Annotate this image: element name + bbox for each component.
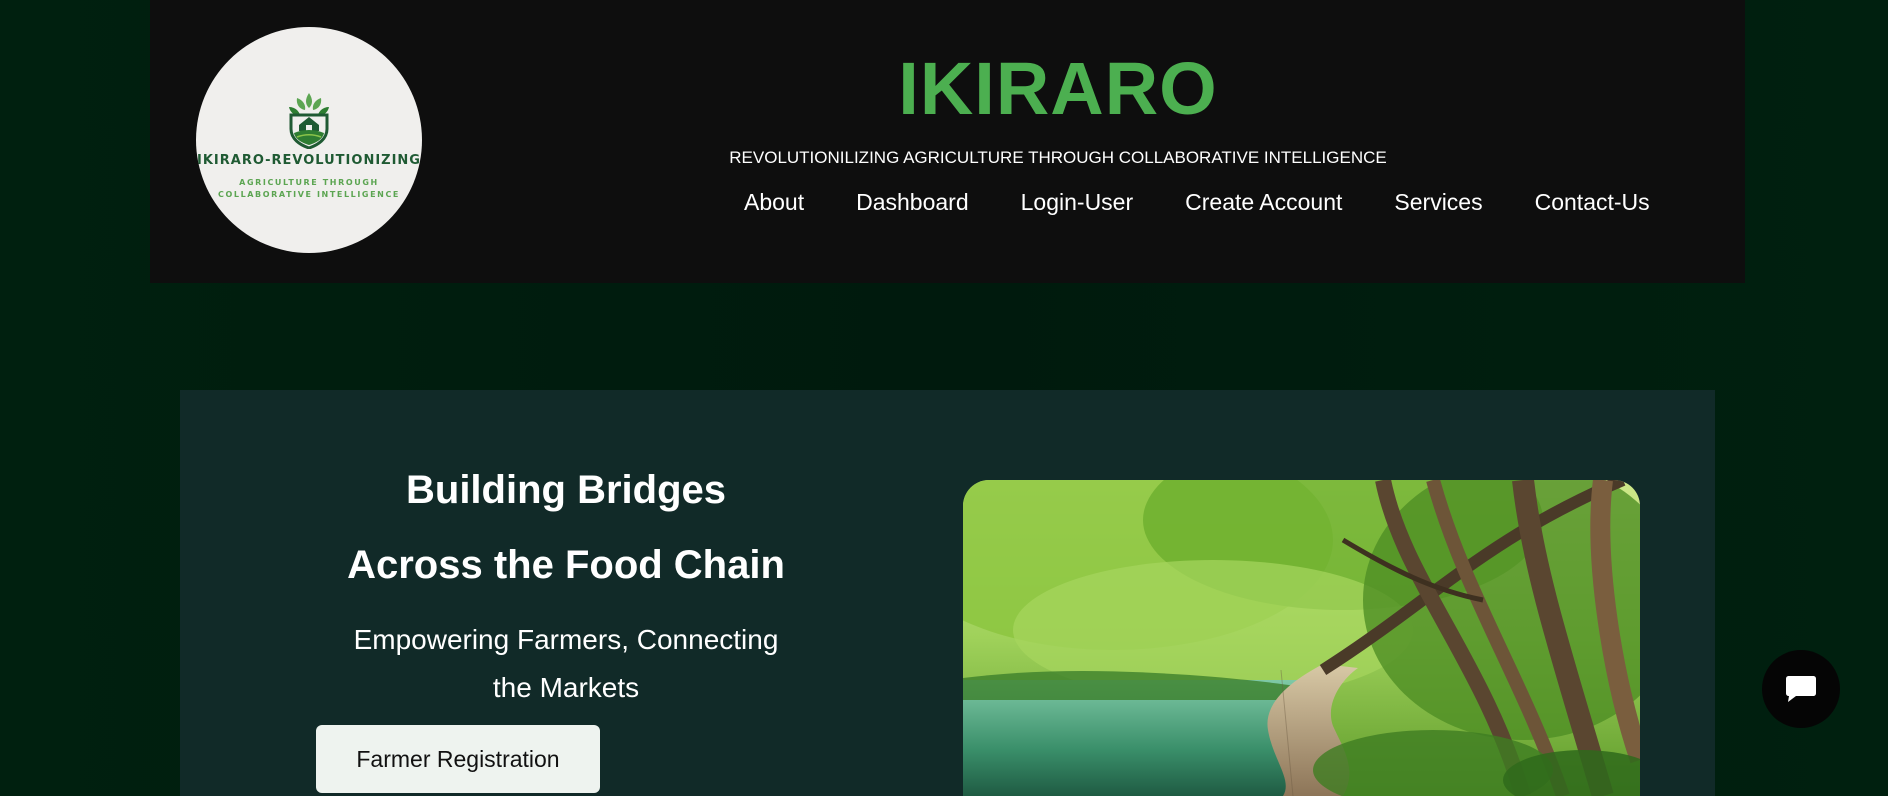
site-header: IKIRARO-REVOLUTIONIZING AGRICULTURE THRO…: [150, 0, 1745, 283]
nav-link-create-account[interactable]: Create Account: [1185, 189, 1342, 219]
logo-text-tertiary: COLLABORATIVE INTELLIGENCE: [218, 190, 400, 199]
hero-heading-line1: Building Bridges: [406, 468, 726, 512]
nav-link-login-user[interactable]: Login-User: [1021, 189, 1134, 219]
forest-boardwalk-lake-photo: [963, 480, 1640, 796]
chat-button[interactable]: [1762, 650, 1840, 728]
farmer-registration-button[interactable]: Farmer Registration: [316, 725, 600, 793]
hero-section: Building Bridges Across the Food Chain E…: [180, 390, 1715, 796]
brand-title[interactable]: IKIRARO: [758, 48, 1358, 130]
hero-heading-line2: Across the Food Chain: [347, 543, 785, 587]
nav-link-services[interactable]: Services: [1394, 189, 1482, 219]
logo-text-primary: IKIRARO-REVOLUTIONIZING: [197, 153, 421, 168]
nav-link-about[interactable]: About: [744, 189, 804, 219]
logo[interactable]: IKIRARO-REVOLUTIONIZING AGRICULTURE THRO…: [196, 27, 422, 253]
nav-link-contact-us[interactable]: Contact-Us: [1535, 189, 1650, 219]
chat-bubble-icon: [1786, 676, 1816, 702]
hero-subheading: Empowering Farmers, Connecting the Marke…: [353, 624, 779, 703]
leaf-house-shield-icon: [289, 93, 329, 149]
nav-link-dashboard[interactable]: Dashboard: [856, 189, 969, 219]
brand-tagline: REVOLUTIONILIZING AGRICULTURE THROUGH CO…: [729, 148, 1387, 167]
logo-text-secondary: AGRICULTURE THROUGH: [239, 178, 379, 187]
main-nav: About Dashboard Login-User Create Accoun…: [744, 189, 1650, 219]
